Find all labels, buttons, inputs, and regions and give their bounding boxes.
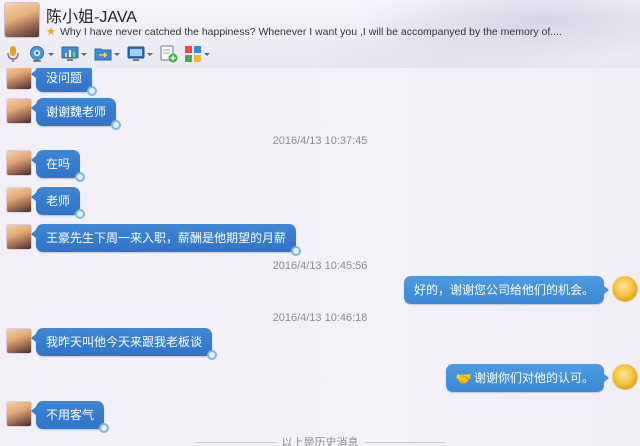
history-divider: 以上是历史消息 <box>0 434 640 446</box>
handshake-icon: 🤝 <box>455 371 472 387</box>
screen-share-icon <box>61 46 79 61</box>
apps-icon <box>185 46 201 62</box>
message-bubble[interactable]: 王豪先生下周一来入职，薪酬是他期望的月薪 <box>30 224 302 256</box>
bubble-knob-icon <box>99 423 110 433</box>
message-bubble[interactable]: 🤝 谢谢你们对他的认可。 <box>445 364 610 392</box>
message-bubble[interactable]: 好的，谢谢您公司给他们的机会。 <box>403 276 610 304</box>
video-button[interactable] <box>28 43 55 65</box>
apps-button[interactable] <box>184 43 211 65</box>
message-text: 谢谢魏老师 <box>46 105 107 119</box>
message-text: 不用客气 <box>46 408 95 422</box>
screen-share-button[interactable] <box>61 43 88 65</box>
message-text: 好的，谢谢您公司给他们的机会。 <box>413 283 594 297</box>
chevron-down-icon[interactable] <box>47 49 55 59</box>
avatar[interactable] <box>6 224 32 250</box>
remote-desktop-button[interactable] <box>127 43 154 65</box>
message-timestamp: 2016/4/13 10:46:18 <box>272 312 368 324</box>
message-bubble[interactable]: 谢谢魏老师 <box>30 98 122 130</box>
message-text: 没问题 <box>46 71 83 85</box>
microphone-icon <box>7 46 19 62</box>
message-area[interactable]: 没问题 谢谢魏老师 2016/4/13 10:37:45 在吗 老师 王豪先生下… <box>0 68 640 446</box>
message-timestamp: 2016/4/13 10:45:56 <box>272 260 368 272</box>
message-timestamp: 2016/4/13 10:37:45 <box>272 135 368 147</box>
chevron-down-icon[interactable] <box>80 49 88 59</box>
avatar[interactable] <box>6 328 32 354</box>
voice-button[interactable] <box>4 43 22 65</box>
divider-line <box>195 441 276 443</box>
bubble-knob-icon <box>75 209 86 219</box>
folder-transfer-icon <box>94 48 112 61</box>
avatar[interactable] <box>6 401 32 427</box>
avatar[interactable] <box>6 150 32 176</box>
camera-icon <box>30 46 44 62</box>
message-bubble[interactable]: 老师 <box>30 187 86 219</box>
message-text: 王豪先生下周一来入职，薪酬是他期望的月薪 <box>46 231 287 245</box>
message-bubble[interactable]: 没问题 <box>30 68 98 96</box>
star-icon: ★ <box>46 26 56 38</box>
bubble-knob-icon <box>111 120 122 130</box>
contact-avatar[interactable] <box>4 2 40 38</box>
contact-name[interactable]: 陈小姐-JAVA <box>46 3 137 27</box>
chevron-down-icon[interactable] <box>146 49 154 59</box>
chat-toolbar <box>0 42 640 66</box>
divider-line <box>364 441 445 443</box>
avatar[interactable] <box>6 98 32 124</box>
message-text: 在吗 <box>46 157 71 171</box>
chat-header: 陈小姐-JAVA ★ Why I have never catched the … <box>0 0 640 68</box>
bubble-knob-icon <box>75 172 86 182</box>
contact-signature: Why I have never catched the happiness? … <box>60 26 562 38</box>
add-to-group-icon <box>160 45 178 63</box>
avatar[interactable] <box>6 187 32 213</box>
remote-desktop-icon <box>127 46 145 61</box>
chevron-down-icon[interactable] <box>113 49 121 59</box>
history-note-text: 以上是历史消息 <box>281 437 359 446</box>
message-bubble[interactable]: 不用客气 <box>30 401 110 433</box>
add-to-group-button[interactable] <box>160 43 178 65</box>
message-bubble[interactable]: 我昨天叫他今天来跟我老板谈 <box>30 328 218 360</box>
message-text: 我昨天叫他今天来跟我老板谈 <box>46 335 203 349</box>
chevron-down-icon[interactable] <box>203 49 211 59</box>
file-transfer-button[interactable] <box>94 43 121 65</box>
avatar[interactable] <box>6 68 32 90</box>
message-bubble[interactable]: 在吗 <box>30 150 86 182</box>
avatar[interactable] <box>612 276 638 302</box>
message-text: 谢谢你们对他的认可。 <box>473 371 594 385</box>
avatar[interactable] <box>612 364 638 390</box>
bubble-knob-icon <box>207 350 218 360</box>
bubble-knob-icon <box>87 86 98 96</box>
message-text: 老师 <box>46 194 71 208</box>
bubble-knob-icon <box>291 246 302 256</box>
